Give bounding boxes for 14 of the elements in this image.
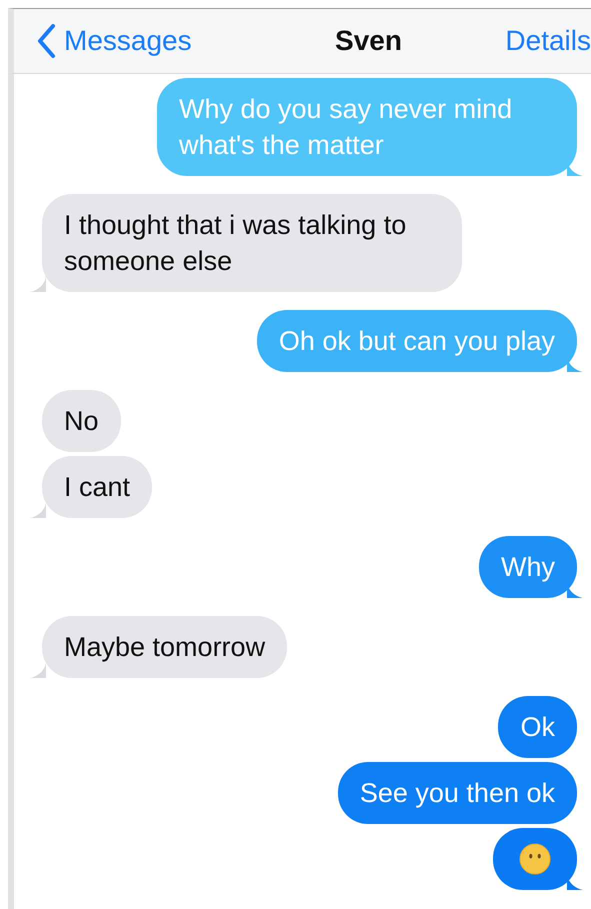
sent-message-bubble: Ok <box>498 696 577 758</box>
received-message-bubble: I cant <box>42 456 152 518</box>
back-chevron-icon <box>36 23 56 59</box>
emoji-icon <box>519 843 551 875</box>
back-link[interactable]: Messages <box>36 23 192 59</box>
received-message-bubble: I thought that i was talking to someone else <box>42 194 462 292</box>
sent-message-bubble: Oh ok but can you play <box>256 310 577 372</box>
sent-message-bubble: Why <box>479 536 577 598</box>
details-link[interactable]: Details <box>505 25 591 57</box>
sent-message-bubble: See you then ok <box>338 762 577 824</box>
sent-message-bubble: Why do you say never mind what's the matter <box>157 78 577 176</box>
conversation-title: Sven <box>335 25 402 57</box>
received-message-bubble: Maybe tomorrow <box>42 616 288 678</box>
received-message-bubble: No <box>42 390 121 452</box>
